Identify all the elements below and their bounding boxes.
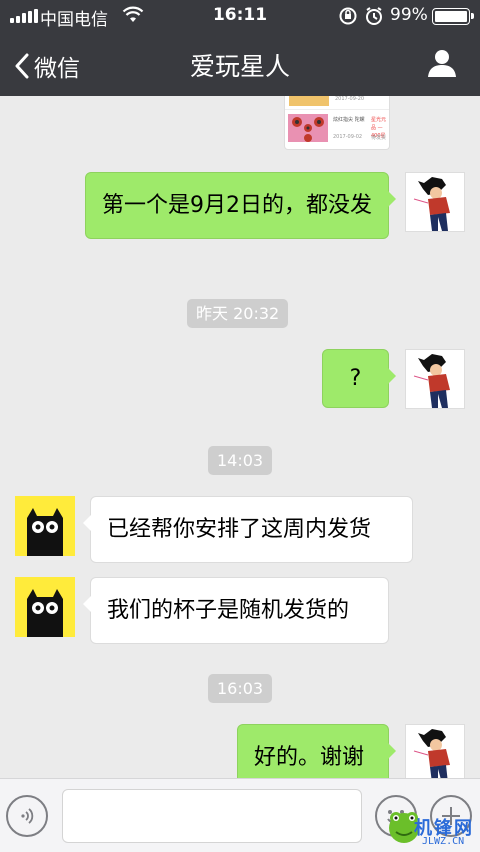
- battery-percent: 99%: [390, 5, 428, 25]
- preview-date: 2017-09-20: [335, 96, 365, 102]
- contact-avatar[interactable]: [15, 496, 75, 556]
- battery-icon: [432, 8, 474, 25]
- message-bubble-contact[interactable]: 我们的杯子是随机发货的: [83, 577, 389, 644]
- message-timestamp: 昨天 20:32: [187, 299, 289, 328]
- owl-icon: [27, 508, 63, 556]
- message-bubble-self[interactable]: ?: [322, 349, 396, 408]
- message-input[interactable]: [62, 789, 362, 843]
- product-thumbnail: [289, 96, 329, 106]
- self-avatar[interactable]: [405, 172, 465, 232]
- message-bubble-contact[interactable]: 已经帮你安排了这周内发货: [83, 496, 413, 563]
- self-avatar[interactable]: [405, 724, 465, 778]
- preview-row: 2017-09-20: [285, 96, 389, 110]
- profile-button[interactable]: [426, 48, 458, 82]
- preview-item-text: 炫红指尖 陀螺: [333, 117, 365, 123]
- fidget-spinner-thumbnail: [288, 114, 328, 142]
- voice-toggle-button[interactable]: [6, 795, 48, 837]
- preview-date-2: 2017-09-02: [333, 134, 363, 140]
- rotation-lock-icon: [338, 6, 358, 31]
- person-icon: [428, 50, 456, 77]
- self-avatar[interactable]: [405, 349, 465, 409]
- status-bar: 中国电信 16:11 99%: [0, 0, 480, 32]
- contact-avatar[interactable]: [15, 577, 75, 637]
- anime-character-avatar: [413, 729, 450, 778]
- message-bubble-self[interactable]: 好的。谢谢: [237, 724, 396, 778]
- site-watermark: 机锋网 JLWZ.CN: [382, 800, 480, 852]
- chat-title: 爱玩星人: [189, 52, 290, 81]
- message-list[interactable]: 2017-09-20 炫红指尖 陀螺 星光元品 —400星 2017-09-02…: [0, 96, 480, 778]
- anime-character-avatar: [413, 177, 450, 231]
- nav-bar: 微信 爱玩星人: [0, 32, 480, 96]
- message-timestamp: 16:03: [208, 674, 273, 703]
- owl-icon: [27, 589, 63, 637]
- voice-icon: [21, 808, 34, 824]
- order-preview-card[interactable]: 2017-09-20 炫红指尖 陀螺 星光元品 —400星 2017-09-02…: [284, 96, 390, 150]
- preview-status: 待发货: [371, 135, 387, 141]
- alarm-icon: [364, 6, 384, 31]
- watermark-url: JLWZ.CN: [422, 836, 465, 847]
- message-timestamp: 14:03: [208, 446, 273, 475]
- message-bubble-self[interactable]: 第一个是9月2日的，都没发: [85, 172, 396, 239]
- battery-fill: [435, 11, 467, 22]
- anime-character-avatar: [413, 354, 450, 408]
